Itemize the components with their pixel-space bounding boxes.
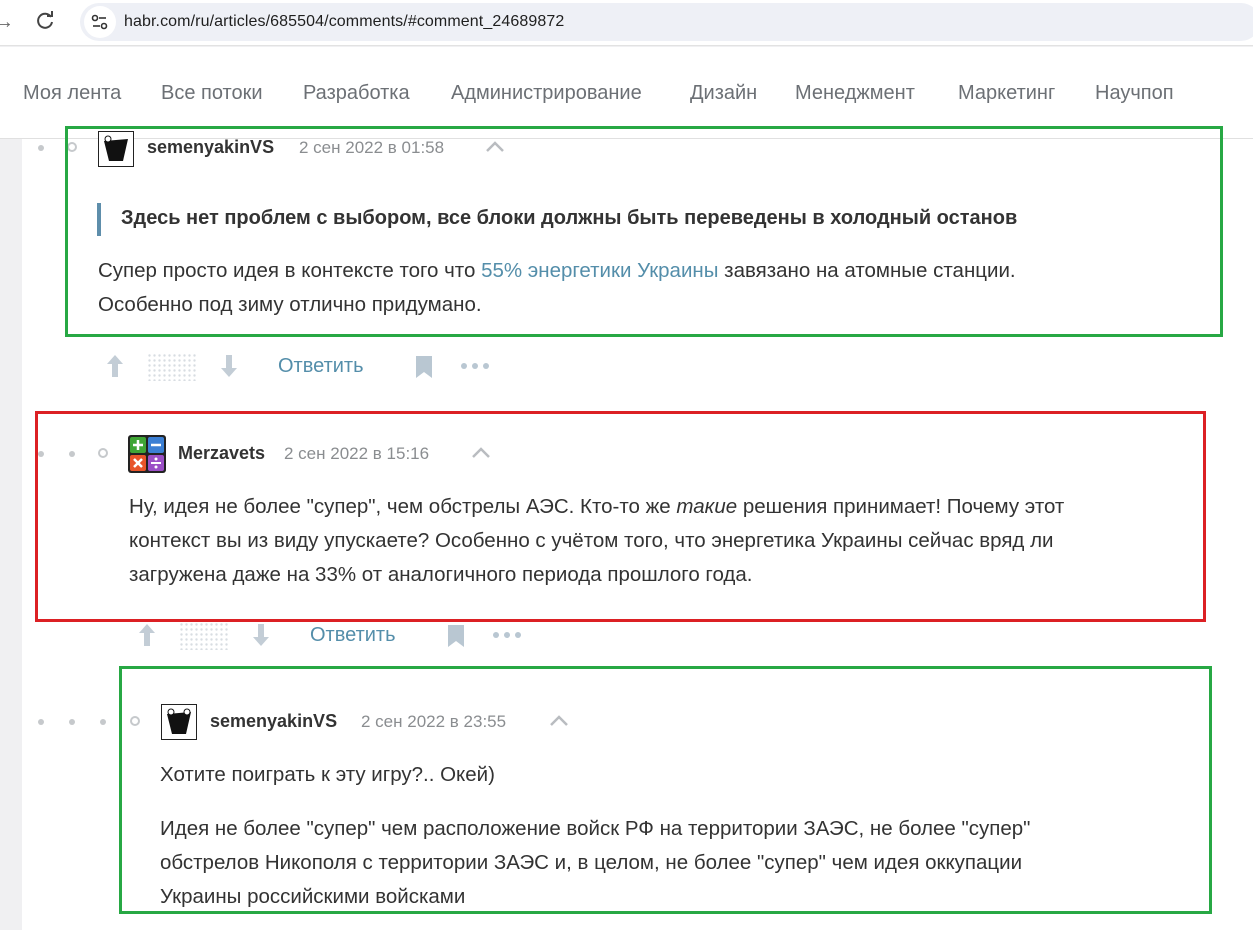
bookmark-icon[interactable] — [414, 354, 434, 380]
comment-text-part: решения принимает! Почему этот — [737, 495, 1065, 518]
thread-dot — [69, 719, 75, 725]
comment-text-part: Ну, идея не более "супер", чем обстрелы … — [129, 495, 677, 518]
chevron-up-icon[interactable] — [485, 141, 505, 153]
thread-ring — [67, 142, 77, 152]
rating-placeholder — [147, 353, 197, 381]
comment-link[interactable]: 55% энергетики Украины — [481, 259, 718, 282]
chevron-up-icon[interactable] — [549, 715, 569, 727]
comment-author[interactable]: Merzavets — [178, 443, 265, 464]
comment-date[interactable]: 2 сен 2022 в 23:55 — [361, 712, 506, 732]
comment-date[interactable]: 2 сен 2022 в 15:16 — [284, 444, 429, 464]
vote-up-icon[interactable] — [105, 353, 125, 379]
nav-item-design[interactable]: Дизайн — [690, 82, 757, 105]
avatar[interactable] — [128, 435, 166, 473]
thread-ring — [98, 448, 108, 458]
comment-text-part: Супер просто идея в контексте того что — [98, 259, 482, 282]
bookmark-icon[interactable] — [446, 623, 466, 649]
back-arrow-icon[interactable]: → — [0, 11, 14, 34]
thread-ring — [130, 716, 140, 726]
thread-dot — [38, 451, 44, 457]
comment-author[interactable]: semenyakinVS — [210, 711, 337, 732]
chevron-up-icon[interactable] — [471, 447, 491, 459]
nav-item-all-flows[interactable]: Все потоки — [161, 82, 263, 105]
nav-item-popsci[interactable]: Научпоп — [1095, 82, 1174, 105]
rating-placeholder — [179, 622, 229, 650]
nav-item-management[interactable]: Менеджмент — [795, 82, 915, 105]
nav-item-marketing[interactable]: Маркетинг — [958, 82, 1055, 105]
reply-button[interactable]: Ответить — [278, 355, 364, 378]
vote-down-icon[interactable] — [219, 353, 239, 379]
more-options-icon[interactable] — [459, 360, 491, 372]
tune-icon — [91, 14, 108, 30]
comment-text-part: контекст вы из виду упускаете? Особенно … — [129, 529, 1054, 552]
comment-date[interactable]: 2 сен 2022 в 01:58 — [299, 138, 444, 158]
comment-text: Ну, идея не более "супер", чем обстрелы … — [129, 490, 1219, 592]
address-bar[interactable]: habr.com/ru/articles/685504/comments/#co… — [80, 3, 1253, 41]
comment-author[interactable]: semenyakinVS — [147, 137, 274, 158]
comment-text-part: Украины российскими войсками — [160, 885, 466, 908]
comment-text: Хотите поиграть к эту игру?.. Окей) — [160, 763, 495, 786]
thread-dot — [38, 145, 44, 151]
habr-flows-nav: Моя лента Все потоки Разработка Админист… — [0, 47, 1253, 139]
nav-item-development[interactable]: Разработка — [303, 82, 410, 105]
vote-down-icon[interactable] — [251, 622, 271, 648]
comment-text: Идея не более "супер" чем расположение в… — [160, 812, 1200, 914]
nav-item-administration[interactable]: Администрирование — [451, 82, 642, 105]
comment-text-part: обстрелов Никополя с территории ЗАЭС и, … — [160, 851, 1023, 874]
thread-dot — [69, 451, 75, 457]
nav-item-my-feed[interactable]: Моя лента — [23, 82, 121, 105]
comment-quote: Здесь нет проблем с выбором, все блоки д… — [97, 203, 1017, 236]
more-options-icon[interactable] — [491, 629, 523, 641]
browser-toolbar: → habr.com/ru/articles/685504/comments/#… — [0, 0, 1253, 46]
thread-dot — [38, 719, 44, 725]
avatar[interactable] — [98, 131, 134, 167]
comment-text: Супер просто идея в контексте того что 5… — [98, 254, 1198, 322]
reply-button[interactable]: Ответить — [310, 624, 396, 647]
site-info-button[interactable] — [84, 6, 116, 38]
url-text: habr.com/ru/articles/685504/comments/#co… — [124, 13, 565, 30]
comment-text-part: Особенно под зиму отлично придумано. — [98, 293, 482, 316]
reload-icon[interactable] — [33, 9, 57, 33]
vote-up-icon[interactable] — [137, 622, 157, 648]
thread-dot — [100, 719, 106, 725]
comment-text-part: Идея не более "супер" чем расположение в… — [160, 817, 1031, 840]
comment-text-emphasis: такие — [676, 495, 738, 518]
comment-text-part: завязано на атомные станции. — [718, 259, 1016, 282]
avatar[interactable] — [161, 704, 197, 740]
comment-text-part: загружена даже на 33% от аналогичного пе… — [129, 563, 753, 586]
